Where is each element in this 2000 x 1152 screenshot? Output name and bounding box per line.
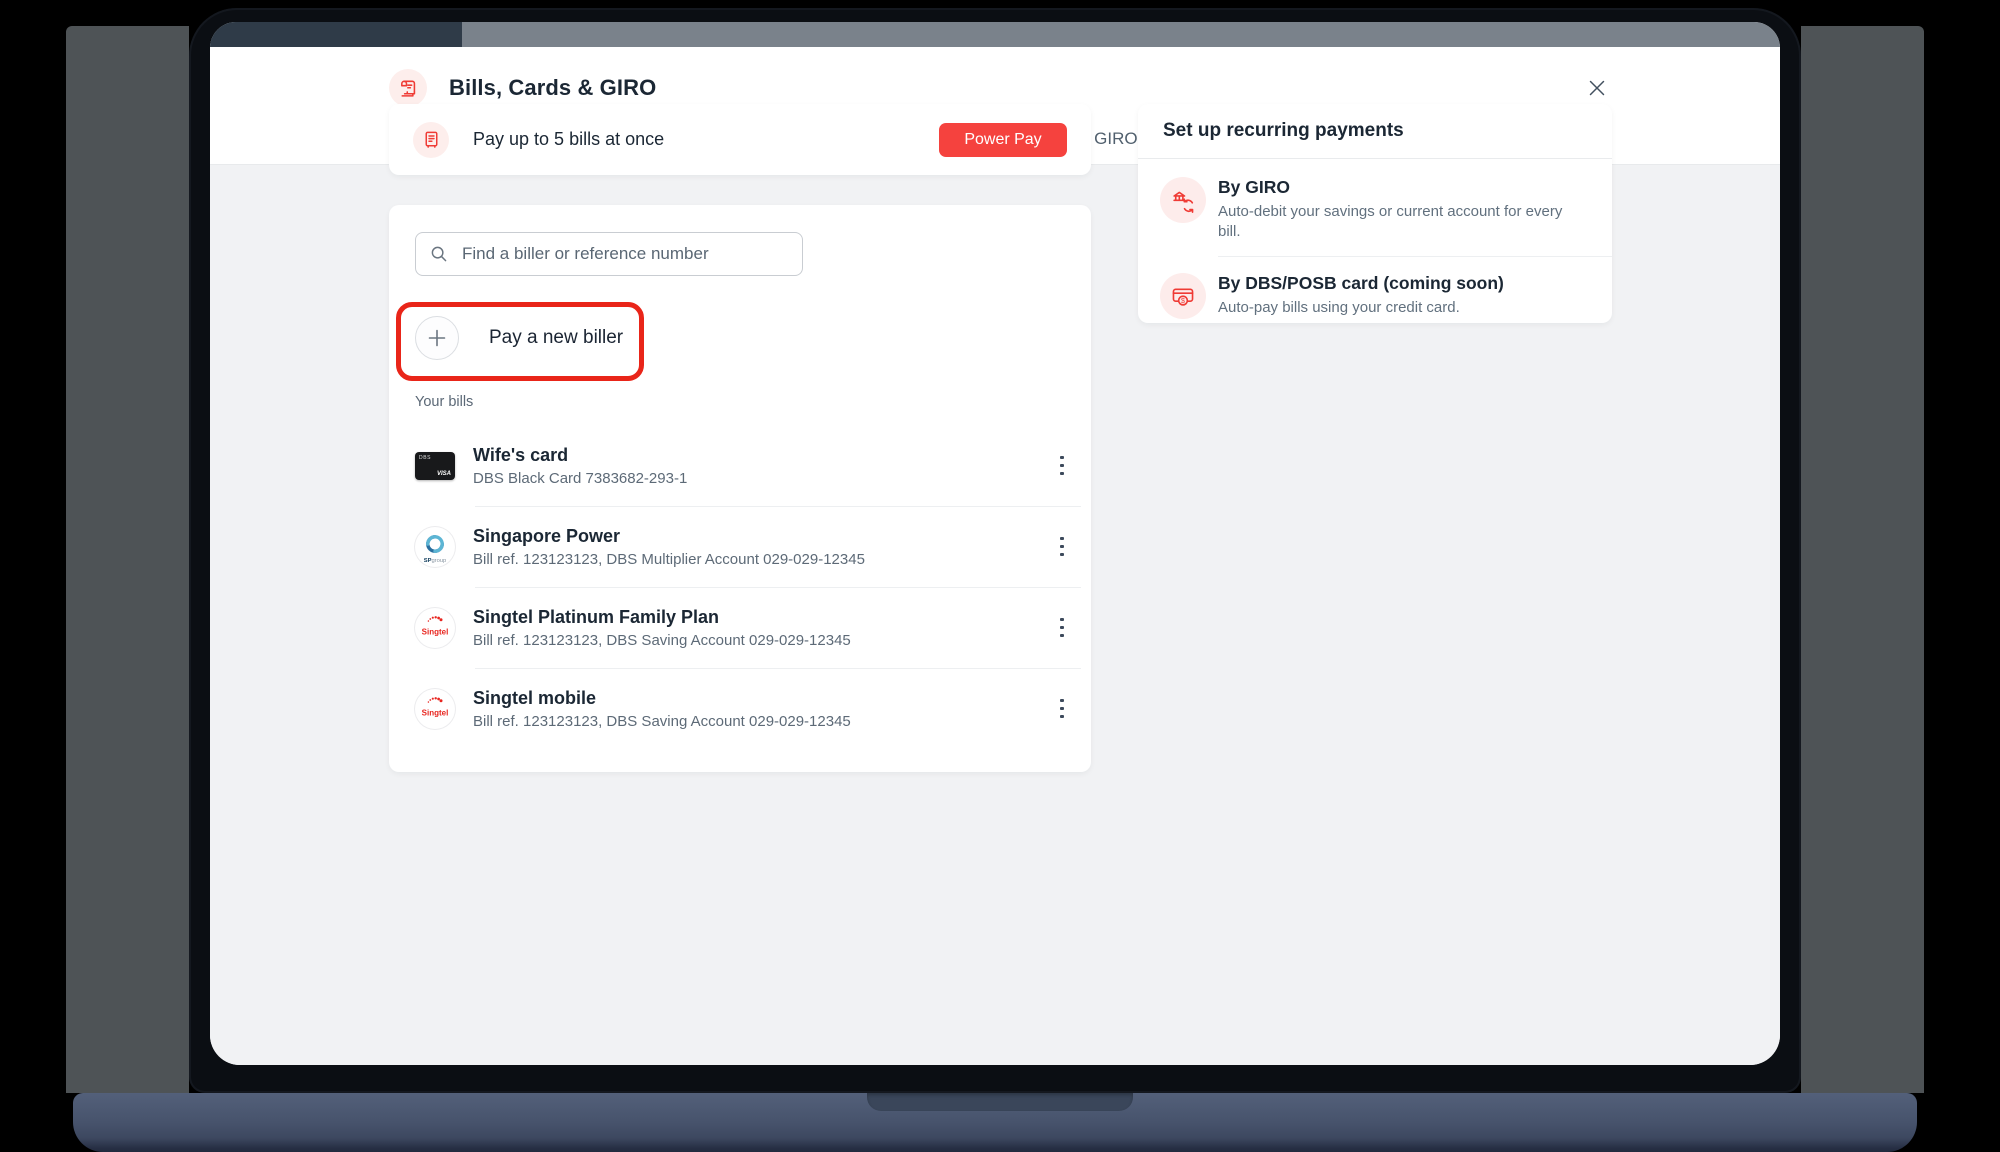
recurring-payments-card: Set up recurring payments By GIRO Auto-d… [1138,104,1612,323]
bill-row[interactable]: SPgroup Singapore Power Bill ref. 123123… [415,506,1075,587]
svg-text:SPgroup: SPgroup [424,558,447,564]
power-pay-button[interactable]: Power Pay [939,123,1067,157]
title-wrap: Bills, Cards & GIRO [389,69,656,107]
bills-list-card: Pay a new biller Your bills DBSVISA Wife… [389,205,1091,772]
bill-row[interactable]: Singtel Singtel Platinum Family Plan Bil… [415,587,1075,668]
svg-text:Singtel: Singtel [422,627,449,636]
svg-text:$: $ [1181,298,1185,305]
dbs-black-card-logo: DBSVISA [415,452,455,480]
your-bills-list: DBSVISA Wife's card DBS Black Card 73836… [415,425,1075,749]
recurring-items: By GIRO Auto-debit your savings or curre… [1138,160,1612,334]
browser-top-bar [210,22,1780,47]
laptop-mockup: Bills, Cards & GIRO BillsCredit cardsMan… [0,0,2000,1152]
recurring-title: Set up recurring payments [1163,120,1404,142]
bill-texts: Singapore Power Bill ref. 123123123, DBS… [473,526,865,568]
bill-texts: Singtel mobile Bill ref. 123123123, DBS … [473,688,851,730]
bill-detail: Bill ref. 123123123, DBS Saving Account … [473,632,851,649]
laptop-base [73,1093,1917,1152]
bill-logo: Singtel [415,689,455,729]
giro-refresh-icon [1160,177,1206,223]
power-pay-inner: Pay up to 5 bills at once Power Pay [389,104,1091,175]
bill-row[interactable]: Singtel Singtel mobile Bill ref. 1231231… [415,668,1075,749]
bill-texts: Singtel Platinum Family Plan Bill ref. 1… [473,607,851,649]
sp-group-logo: SPgroup [415,527,455,567]
recurring-header: Set up recurring payments [1138,104,1612,159]
biller-search-field[interactable] [415,232,803,276]
bill-scroll-icon [389,69,427,107]
recurring-item-title: By DBS/POSB card (coming soon) [1218,273,1504,294]
svg-text:Singtel: Singtel [422,708,449,717]
recurring-item-description: Auto-pay bills using your credit card. [1218,298,1504,318]
bill-name: Singtel Platinum Family Plan [473,607,851,628]
laptop-right-edge [1801,26,1924,1093]
singtel-logo: Singtel [415,689,455,729]
bill-name: Singapore Power [473,526,865,547]
bill-detail: Bill ref. 123123123, DBS Saving Account … [473,713,851,730]
recurring-item[interactable]: By GIRO Auto-debit your savings or curre… [1138,160,1612,256]
laptop-hinge-notch [867,1093,1133,1111]
search-icon [428,243,450,265]
bill-detail: DBS Black Card 7383682-293-1 [473,470,687,487]
pay-new-biller-label: Pay a new biller [489,327,623,349]
bill-name: Wife's card [473,445,687,466]
plus-icon [415,316,459,360]
bill-options-kebab-icon[interactable] [1049,692,1075,726]
bill-logo: DBSVISA [415,446,455,486]
laptop-screen-bezel: Bills, Cards & GIRO BillsCredit cardsMan… [189,8,1801,1093]
recurring-item-texts: By GIRO Auto-debit your savings or curre… [1218,177,1587,241]
your-bills-heading: Your bills [415,394,473,410]
search-input[interactable] [460,243,790,265]
pay-new-biller-button[interactable]: Pay a new biller [415,316,623,360]
power-pay-card: Pay up to 5 bills at once Power Pay [389,104,1091,175]
page-title: Bills, Cards & GIRO [449,75,656,101]
bill-logo: Singtel [415,608,455,648]
laptop-screen: Bills, Cards & GIRO BillsCredit cardsMan… [210,22,1780,1065]
bill-name: Singtel mobile [473,688,851,709]
receipt-icon [413,122,449,158]
recurring-item-title: By GIRO [1218,177,1587,198]
bill-row[interactable]: DBSVISA Wife's card DBS Black Card 73836… [415,425,1075,506]
bill-options-kebab-icon[interactable] [1049,449,1075,483]
recurring-item[interactable]: $ By DBS/POSB card (coming soon) Auto-pa… [1138,256,1612,334]
singtel-logo: Singtel [415,608,455,648]
bill-texts: Wife's card DBS Black Card 7383682-293-1 [473,445,687,487]
bill-detail: Bill ref. 123123123, DBS Multiplier Acco… [473,551,865,568]
bill-logo: SPgroup [415,527,455,567]
browser-tab-segment [210,22,462,47]
laptop-left-edge [66,26,189,1093]
power-pay-text: Pay up to 5 bills at once [473,129,664,150]
recurring-item-description: Auto-debit your savings or current accou… [1218,202,1587,241]
card-dollar-icon: $ [1160,273,1206,319]
bills-app: Bills, Cards & GIRO BillsCredit cardsMan… [210,47,1780,1065]
bill-options-kebab-icon[interactable] [1049,611,1075,645]
recurring-item-texts: By DBS/POSB card (coming soon) Auto-pay … [1218,273,1504,318]
close-icon[interactable] [1584,75,1610,101]
bill-options-kebab-icon[interactable] [1049,530,1075,564]
